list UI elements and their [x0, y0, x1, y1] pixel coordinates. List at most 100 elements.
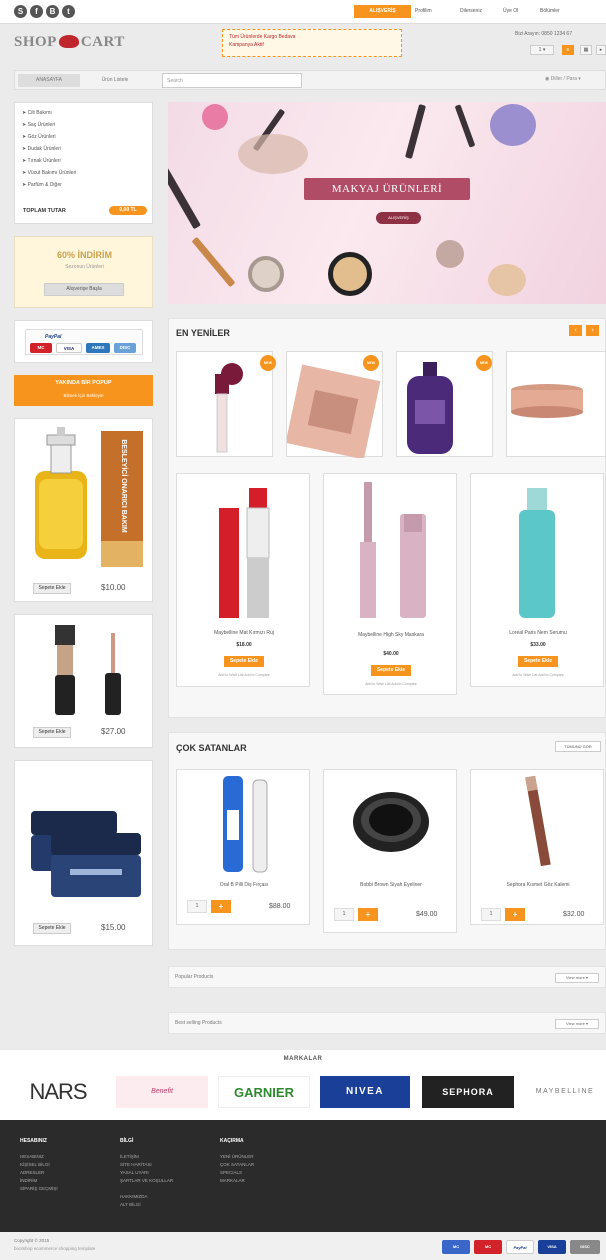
footer-link[interactable]: KİŞİSEL BİLGİ [20, 1162, 50, 1167]
product-image[interactable] [15, 615, 154, 725]
facebook-icon[interactable]: f [30, 5, 43, 18]
powered-by-text: bootshop ecommerce shopping template [14, 1246, 96, 1251]
add-to-cart-button[interactable]: Sepete Ekle [33, 583, 71, 594]
product-name[interactable]: Maybelline Mat Kırmızı Ruj [177, 630, 311, 637]
wishlist-compare-links[interactable]: Add to Wish List Add to Compare [324, 682, 458, 686]
category-item[interactable]: ➤ Dudak Ürünleri [22, 146, 61, 152]
wishlist-compare-links[interactable]: Add to Wish List Add to Compare [177, 673, 311, 677]
footer-link[interactable]: ADRESLER [20, 1170, 44, 1175]
footer-link[interactable]: YASAL UYARI [120, 1170, 149, 1175]
brand-logo-nivea[interactable]: NIVEA [320, 1076, 410, 1108]
logo-text-left: SHOP [14, 34, 57, 50]
category-item[interactable]: ➤ Saç Ürünleri [22, 122, 55, 128]
footer-link[interactable]: MARKALAR [220, 1178, 245, 1183]
brand-logo-sephora[interactable]: SEPHORA [422, 1076, 514, 1108]
twitter-icon[interactable]: t [62, 5, 75, 18]
view-more-button[interactable]: View more ▾ [555, 1019, 599, 1029]
wishlist-compare-links[interactable]: Add to Wish List Add to Compare [471, 673, 605, 677]
mastercard-icon: MC [30, 343, 52, 353]
footer-link[interactable]: ŞARTLAR VE KOŞULLAR [120, 1178, 173, 1183]
cart-count-button[interactable]: 1 ▾ [530, 45, 554, 55]
quantity-input[interactable]: 1 [481, 908, 501, 921]
start-shopping-button[interactable]: Alışverişe Başla [44, 283, 124, 296]
profile-link[interactable]: Profilim [415, 8, 432, 14]
add-to-cart-button[interactable]: Sepete Ekle [518, 656, 558, 667]
tab-home[interactable]: ANASAYFA [18, 74, 80, 87]
logo[interactable]: SHOP CART [14, 34, 125, 51]
tab-product-list[interactable]: Ürün Listele [85, 74, 145, 87]
register-link[interactable]: Üye Ol [503, 8, 518, 14]
grid-view-icon[interactable]: ▦ [580, 45, 592, 55]
product-name[interactable]: Maybelline High Sky Maskara [324, 632, 458, 639]
footer-link[interactable]: SİTE HARİTASI [120, 1162, 152, 1167]
brand-logo-benefit[interactable]: Benefit [116, 1076, 208, 1108]
add-to-cart-plus-button[interactable]: + [211, 900, 231, 913]
slider-shop-button[interactable]: ALIŞVERİŞ [376, 212, 421, 224]
product-price: $27.00 [101, 727, 126, 736]
product-card[interactable]: Oral B Pilli Diş Fırçası 1 + $88.00 [176, 769, 310, 925]
brand-logo-garnier[interactable]: GARNIER [218, 1076, 310, 1108]
view-all-button[interactable]: TÜMÜNÜ GÖR [555, 741, 601, 752]
mastercard-icon: MC [442, 1240, 470, 1254]
footer-link[interactable]: ALT BİLGİ [120, 1202, 141, 1207]
add-to-cart-button[interactable]: Sepete Ekle [33, 727, 71, 738]
product-card[interactable]: Loreal Paris Nem Serumu $33.00 Sepete Ek… [470, 473, 604, 687]
more-view-icon[interactable]: ▸ [596, 45, 606, 55]
chevron-right-icon[interactable]: › [586, 325, 599, 336]
add-to-cart-button[interactable]: Sepete Ekle [33, 923, 71, 934]
footer-link[interactable]: SİPARİŞ GEÇMİŞİ [20, 1186, 58, 1191]
product-card[interactable]: Bobbi Brown Siyah Eyeliner 1 + $49.00 [323, 769, 457, 933]
carousel-item[interactable]: NEW [396, 351, 493, 457]
coming-soon-box[interactable]: YAKINDA BİR POPUP Bilmek İçin Bekleyin [14, 375, 153, 406]
language-selector[interactable]: ◉ Diller / Para ▾ [545, 76, 581, 82]
carousel-item[interactable] [506, 351, 606, 457]
footer-link[interactable]: İNDİRİM [20, 1178, 37, 1183]
category-item[interactable]: ➤ Vücut Bakımı Ürünleri [22, 170, 76, 176]
add-to-cart-button[interactable]: Sepete Ekle [371, 665, 411, 676]
product-name[interactable]: Loreal Paris Nem Serumu [471, 630, 605, 637]
language-label: Diller / Para [550, 76, 577, 82]
footer-link[interactable]: HAKKIMIZDA [120, 1194, 148, 1199]
add-to-cart-button[interactable]: Sepete Ekle [224, 656, 264, 667]
category-item[interactable]: ➤ Tırnak Ürünleri [22, 158, 61, 164]
hero-slider[interactable]: MAKYAJ ÜRÜNLERİ ALIŞVERİŞ [168, 102, 606, 304]
total-value-badge[interactable]: 0,00 TL [109, 206, 147, 215]
sidebar-product: BESLEYİCİ ONARICI BAKIM Sepete Ekle $10.… [14, 418, 153, 602]
skype-icon[interactable]: S [14, 5, 27, 18]
search-input[interactable]: Search [162, 73, 302, 88]
product-name[interactable]: Sephora Kısmet Göz Kalemi [471, 882, 605, 889]
category-item[interactable]: ➤ Parfüm & Diğer [22, 182, 62, 188]
list-view-icon[interactable]: ≡ [562, 45, 574, 55]
add-to-cart-plus-button[interactable]: + [358, 908, 378, 921]
brand-logo-maybelline[interactable]: MAYBELLINE [524, 1076, 606, 1108]
product-image[interactable] [15, 761, 154, 911]
quantity-input[interactable]: 1 [187, 900, 207, 913]
product-card[interactable]: Maybelline Mat Kırmızı Ruj $18.00 Sepete… [176, 473, 310, 687]
product-price: $33.00 [530, 642, 546, 648]
brand-logo-nars[interactable]: NARS [12, 1076, 104, 1108]
product-name[interactable]: Oral B Pilli Diş Fırçası [177, 882, 311, 889]
product-image[interactable]: BESLEYİCİ ONARICI BAKIM [15, 419, 154, 579]
brush-decoration [405, 104, 426, 159]
product-card[interactable]: Sephora Kısmet Göz Kalemi 1 + $32.00 [470, 769, 604, 925]
add-to-cart-plus-button[interactable]: + [505, 908, 525, 921]
product-price: $88.00 [269, 903, 291, 910]
footer-link[interactable]: YENİ ÜRÜNLER [220, 1154, 254, 1159]
category-item[interactable]: ➤ Cilt Bakımı [22, 110, 52, 116]
quantity-input[interactable]: 1 [334, 908, 354, 921]
chevron-left-icon[interactable]: ‹ [569, 325, 582, 336]
view-more-button[interactable]: View more ▾ [555, 973, 599, 983]
carousel-item[interactable]: NEW [176, 351, 276, 457]
sections-link[interactable]: Bölümler [540, 8, 560, 14]
footer-link[interactable]: HESABINIZ [20, 1154, 44, 1159]
shopping-button[interactable]: ALIŞVERİŞ [354, 5, 411, 18]
footer-link[interactable]: İLETİŞİM [120, 1154, 139, 1159]
wishlist-link[interactable]: Dilerseniz [460, 8, 482, 14]
carousel-item[interactable]: NEW [285, 351, 383, 460]
product-card[interactable]: Maybelline High Sky Maskara $40.00 Sepet… [323, 473, 457, 695]
footer-link[interactable]: ÇOK SATANLAR [220, 1162, 254, 1167]
category-item[interactable]: ➤ Göz Ürünleri [22, 134, 56, 140]
footer-link[interactable]: SPECIALS [220, 1170, 242, 1175]
blog-icon[interactable]: B [46, 5, 59, 18]
product-name[interactable]: Bobbi Brown Siyah Eyeliner [324, 882, 458, 889]
